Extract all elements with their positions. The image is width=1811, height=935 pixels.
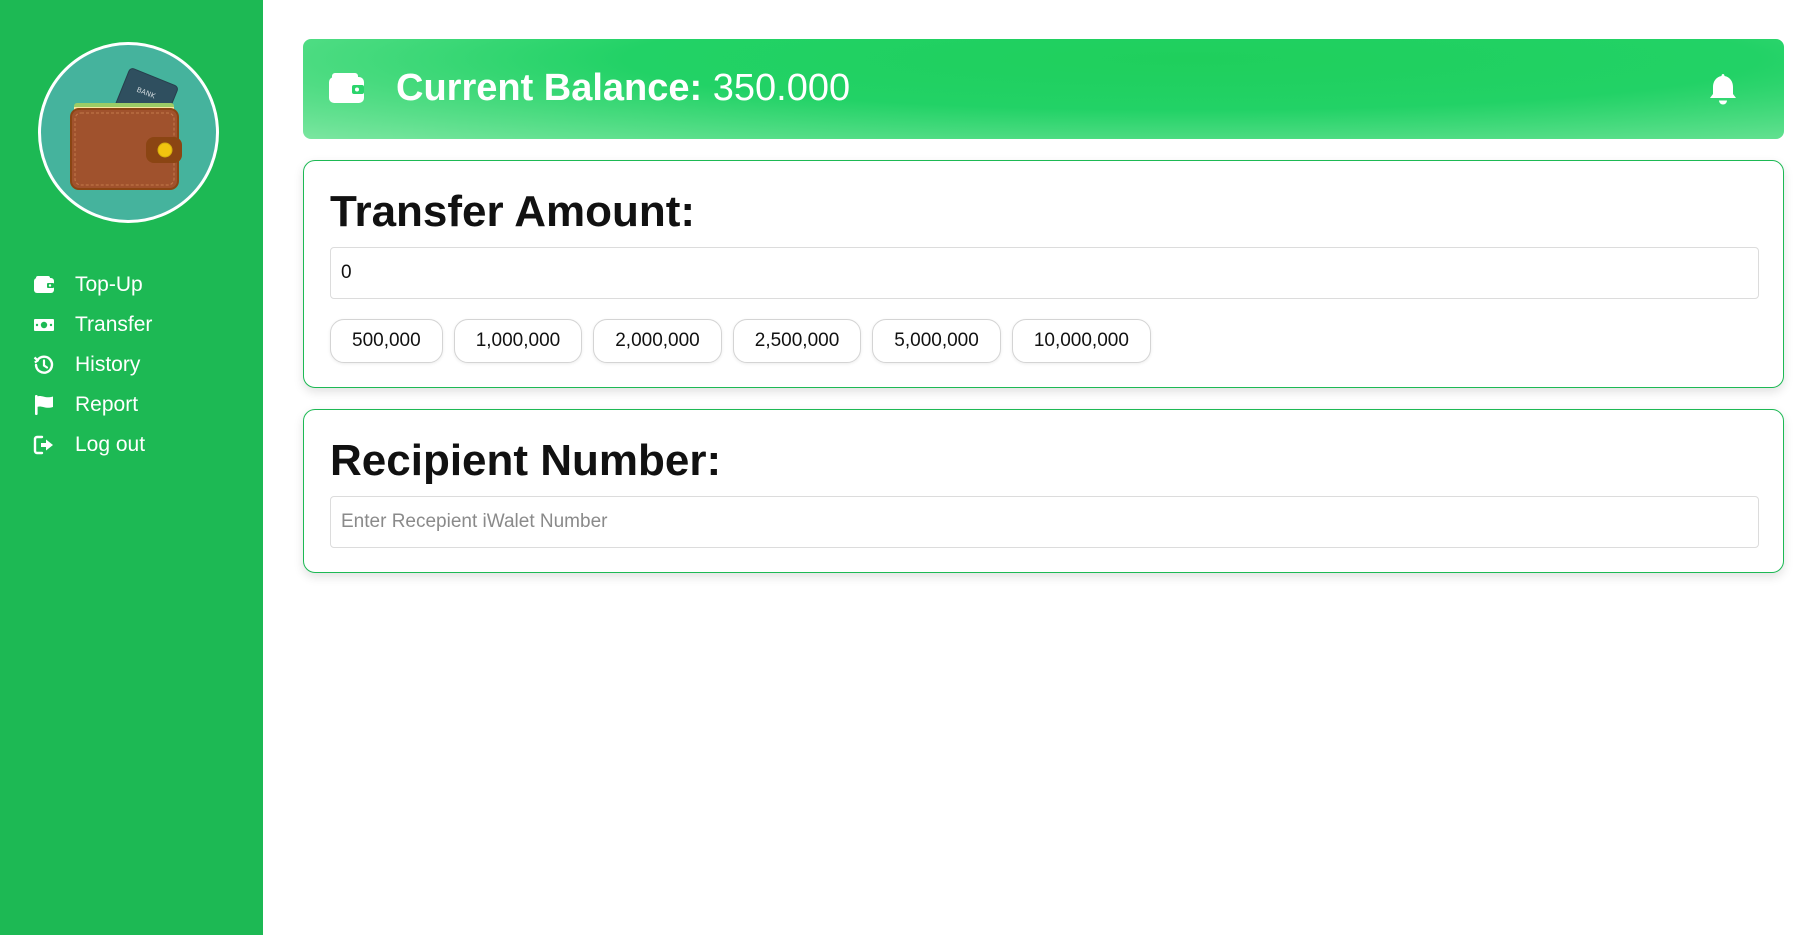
sidebar-item-label: Report bbox=[75, 393, 139, 416]
wallet-icon bbox=[33, 274, 55, 296]
logout-icon bbox=[33, 434, 55, 456]
transfer-amount-title: Transfer Amount: bbox=[330, 187, 696, 236]
sidebar-item-log-out[interactable]: Log out bbox=[33, 425, 253, 465]
sidebar: BANK Top-Up Transfer History Report Log … bbox=[0, 0, 263, 935]
bell-icon[interactable] bbox=[1707, 72, 1739, 106]
wallet-logo: BANK bbox=[38, 42, 219, 223]
sidebar-item-label: Top-Up bbox=[75, 273, 143, 296]
transfer-amount-input[interactable] bbox=[330, 247, 1759, 299]
flag-icon bbox=[33, 394, 55, 416]
sidebar-nav: Top-Up Transfer History Report Log out bbox=[33, 265, 253, 465]
sidebar-item-label: Log out bbox=[75, 433, 146, 456]
main-content: Current Balance: 350.000 Transfer Amount… bbox=[303, 39, 1784, 573]
preset-1000000-button[interactable]: 1,000,000 bbox=[453, 319, 583, 363]
preset-500000-button[interactable]: 500,000 bbox=[330, 319, 443, 363]
history-icon bbox=[33, 354, 55, 376]
balance-value: 350.000 bbox=[712, 67, 851, 109]
money-bill-icon bbox=[33, 314, 55, 336]
recipient-number-card: Recipient Number: bbox=[303, 409, 1784, 573]
transfer-amount-card: Transfer Amount: 500,000 1,000,000 2,000… bbox=[303, 160, 1784, 388]
balance-label: Current Balance: bbox=[396, 67, 703, 109]
recipient-number-title: Recipient Number: bbox=[330, 436, 722, 485]
wallet-logo-icon: BANK bbox=[70, 68, 182, 190]
current-balance: Current Balance: 350.000 bbox=[396, 67, 850, 110]
sidebar-item-label: Transfer bbox=[75, 313, 153, 336]
sidebar-item-report[interactable]: Report bbox=[33, 385, 253, 425]
preset-5000000-button[interactable]: 5,000,000 bbox=[872, 319, 1001, 363]
sidebar-item-transfer[interactable]: Transfer bbox=[33, 305, 253, 345]
preset-2500000-button[interactable]: 2,500,000 bbox=[732, 319, 862, 363]
sidebar-item-top-up[interactable]: Top-Up bbox=[33, 265, 253, 305]
preset-2000000-button[interactable]: 2,000,000 bbox=[593, 319, 722, 363]
sidebar-item-history[interactable]: History bbox=[33, 345, 253, 385]
balance-banner: Current Balance: 350.000 bbox=[303, 39, 1784, 139]
preset-10000000-button[interactable]: 10,000,000 bbox=[1011, 319, 1151, 363]
recipient-number-input[interactable] bbox=[330, 496, 1759, 548]
sidebar-item-label: History bbox=[75, 353, 141, 376]
amount-presets: 500,000 1,000,000 2,000,000 2,500,000 5,… bbox=[330, 319, 1757, 363]
wallet-icon bbox=[328, 72, 365, 104]
